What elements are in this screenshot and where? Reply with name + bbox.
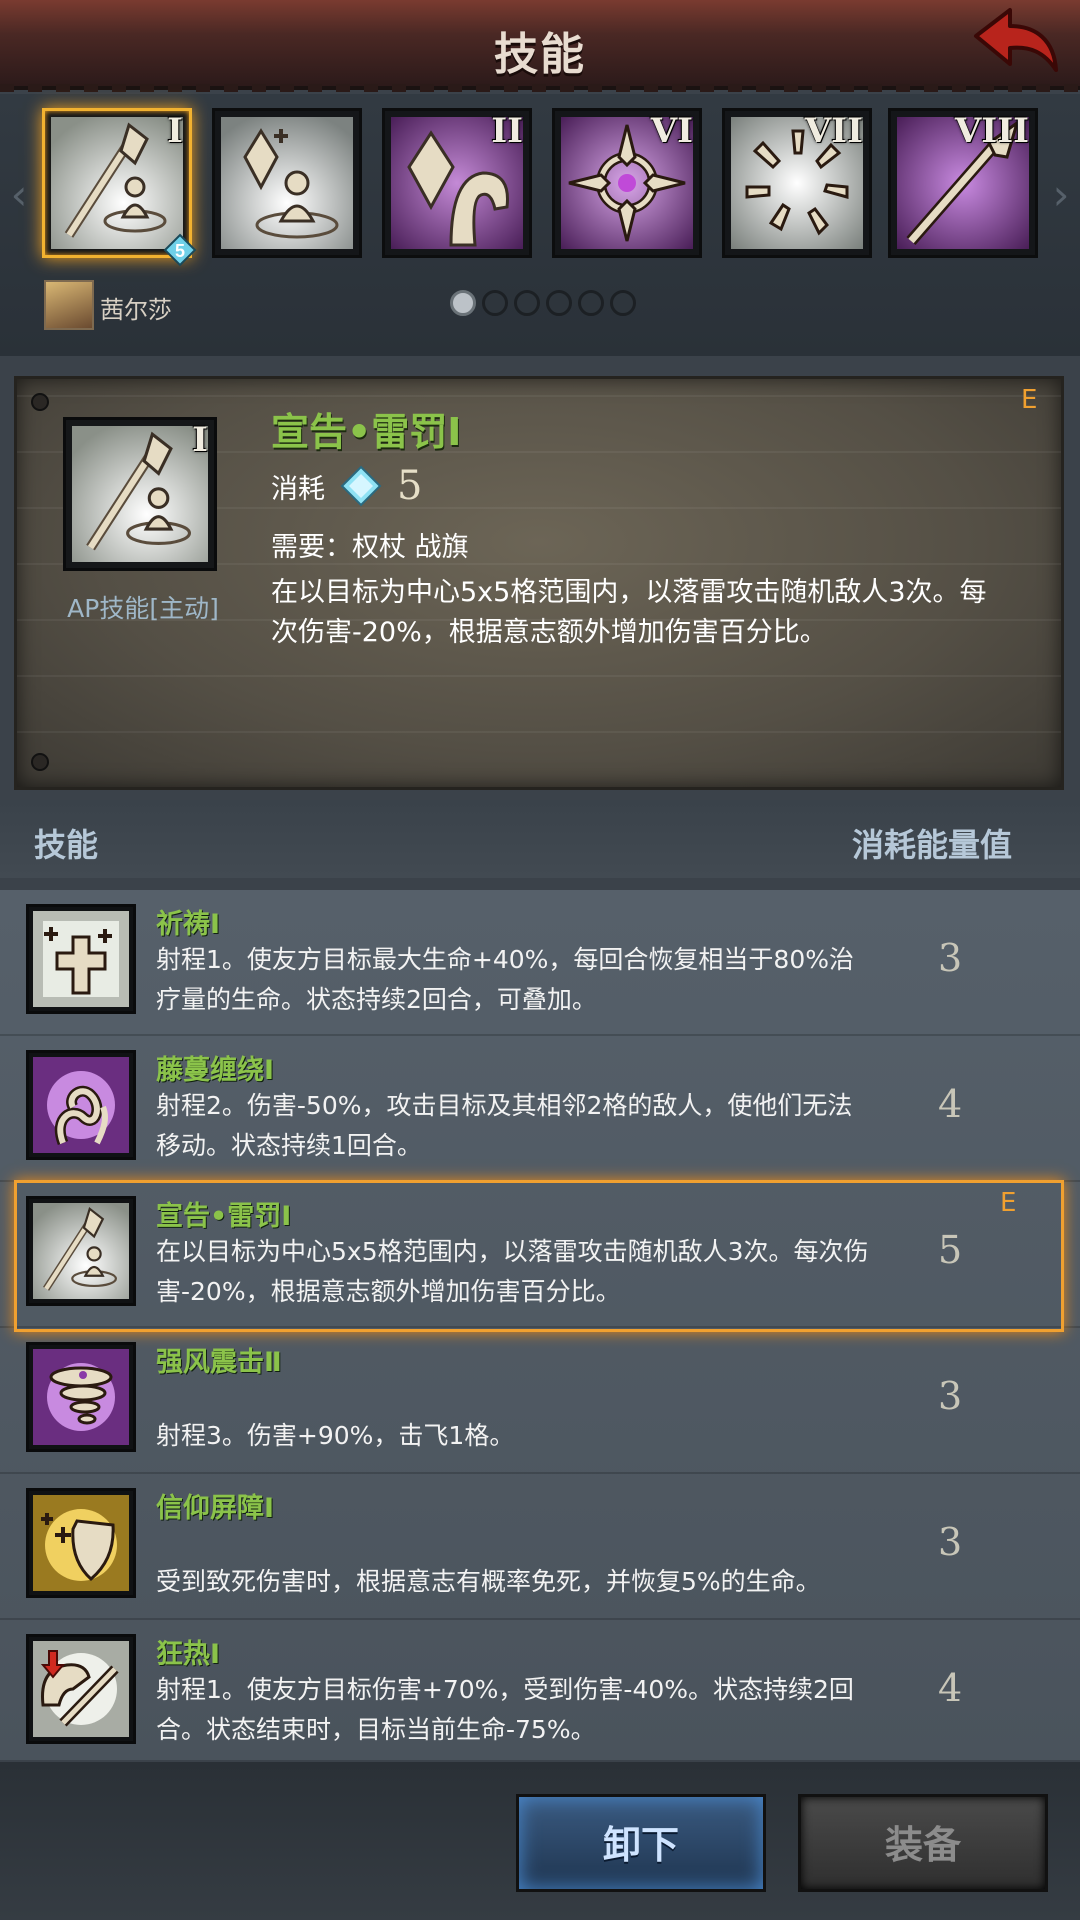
skill-description: 受到致死伤害时，根据意志有概率免死，并恢复5%的生命。 — [156, 1567, 821, 1596]
tornado-icon — [33, 1349, 129, 1445]
requirement-text: 需要：权杖 战旗 — [271, 532, 469, 563]
skill-row-selected[interactable]: 宣告•雷罚Ⅰ E 在以目标为中心5x5格范围内，以落雷攻击随机敌人3次。每次伤害… — [0, 1180, 1080, 1332]
equipped-slot-6[interactable]: VIII — [888, 108, 1038, 258]
rivet-decoration — [31, 393, 49, 411]
equipped-slot-4[interactable]: VI — [552, 108, 702, 258]
detail-skill-icon: I — [63, 417, 217, 571]
cost-column-header: 消耗能量值 — [852, 826, 1013, 864]
header-bar: 技能 — [0, 0, 1080, 92]
equipped-slot-1[interactable]: I 5 — [42, 108, 197, 267]
equipped-skill-carousel: ‹ › I 5 II VI VII VIII 茜尔莎 — [0, 94, 1080, 356]
back-arrow-icon[interactable] — [970, 6, 1062, 82]
skill-rank-numeral: I — [192, 420, 208, 460]
detail-skill-title: 宣告•雷罚Ⅰ — [271, 410, 462, 454]
skill-description: 射程1。使友方目标最大生命+40%，每回合恢复相当于80%治疗量的生命。状态持续… — [156, 945, 854, 1014]
zeal-sword-icon — [33, 1641, 129, 1737]
judgment-staff-icon — [51, 117, 183, 249]
skill-name: 信仰屏障Ⅰ — [156, 1493, 275, 1524]
prayer-cross-icon — [33, 911, 129, 1007]
skill-cost-badge: 5 — [175, 241, 185, 261]
skill-icon-frame — [26, 1342, 136, 1452]
skill-row[interactable]: 藤蔓缠绕Ⅰ 射程2。伤害-50%，攻击目标及其相邻2格的敌人，使他们无法移动。状… — [0, 1036, 1080, 1182]
skill-description: 射程1。使友方目标伤害+70%，受到伤害-40%。状态持续2回合。状态结束时，目… — [156, 1675, 854, 1744]
skill-detail-panel: I AP技能[主动] 宣告•雷罚Ⅰ E 消耗 5 需要：权杖 战旗 在以目标为中… — [14, 376, 1064, 790]
skill-rank-numeral: VIII — [954, 111, 1029, 151]
carousel-next-icon[interactable]: › — [1048, 160, 1074, 230]
skill-rank-numeral: VI — [650, 111, 693, 151]
skill-icon-frame — [26, 904, 136, 1014]
skill-rank-numeral: I — [167, 111, 183, 151]
page-dot[interactable] — [482, 290, 508, 316]
skill-cost: 3 — [938, 936, 963, 980]
page-dot[interactable] — [578, 290, 604, 316]
page-dot[interactable] — [450, 290, 476, 316]
equip-button[interactable]: 装备 — [798, 1794, 1048, 1892]
skill-icon-frame — [26, 1196, 136, 1306]
vine-entangle-icon — [33, 1057, 129, 1153]
judgment-staff-icon — [72, 426, 208, 562]
character-name: 茜尔莎 — [100, 296, 172, 324]
skill-grade: E — [1000, 1188, 1017, 1218]
skill-description: 射程3。伤害+90%，击飞1格。 — [156, 1421, 515, 1450]
carousel-prev-icon[interactable]: ‹ — [6, 160, 32, 230]
skill-cost: 5 — [938, 1228, 963, 1272]
skill-name: 强风震击Ⅱ — [156, 1347, 282, 1378]
faith-shield-icon — [33, 1495, 129, 1591]
judgment-staff-icon — [33, 1203, 129, 1299]
skill-cost: 3 — [938, 1374, 963, 1418]
energy-gem-icon — [340, 465, 382, 507]
page-dot[interactable] — [514, 290, 540, 316]
skill-row[interactable]: 信仰屏障Ⅰ 受到致死伤害时，根据意志有概率免死，并恢复5%的生命。 3 — [0, 1474, 1080, 1620]
equipped-slot-2[interactable] — [212, 108, 362, 258]
skill-description: 射程2。伤害-50%，攻击目标及其相邻2格的敌人，使他们无法移动。状态持续1回合… — [156, 1091, 853, 1160]
skill-cost: 4 — [938, 1082, 963, 1126]
skill-cost: 3 — [938, 1520, 963, 1564]
equipped-slot-3[interactable]: II — [382, 108, 532, 258]
page-dot[interactable] — [610, 290, 636, 316]
detail-description: 在以目标为中心5x5格范围内，以落雷攻击随机敌人3次。每次伤害-20%，根据意志… — [271, 577, 987, 648]
skill-list-header: 技能 消耗能量值 — [0, 800, 1080, 878]
skill-name: 宣告•雷罚Ⅰ — [156, 1201, 292, 1232]
cost-label: 消耗 — [271, 473, 325, 505]
skill-column-header: 技能 — [34, 826, 99, 864]
page-dot[interactable] — [546, 290, 572, 316]
skill-name: 藤蔓缠绕Ⅰ — [156, 1055, 275, 1086]
skill-row[interactable]: 狂热Ⅰ 射程1。使友方目标伤害+70%，受到伤害-40%。状态持续2回合。状态结… — [0, 1620, 1080, 1766]
skill-icon-frame — [26, 1488, 136, 1598]
character-avatar[interactable] — [44, 280, 94, 330]
skill-grade: E — [1021, 385, 1038, 415]
rivet-decoration — [31, 753, 49, 771]
skill-cost: 4 — [938, 1666, 963, 1710]
skill-icon-frame — [26, 1050, 136, 1160]
skill-icon-frame — [26, 1634, 136, 1744]
skill-type-label: AP技能[主动] — [67, 594, 219, 623]
cost-value: 5 — [397, 463, 423, 509]
skill-description: 在以目标为中心5x5格范围内，以落雷攻击随机敌人3次。每次伤害-20%，根据意志… — [156, 1237, 869, 1306]
energy-gem-icon: 5 — [163, 233, 197, 267]
equipped-slot-5[interactable]: VII — [722, 108, 872, 258]
action-bar: 卸下 装备 — [0, 1762, 1080, 1920]
crystal-blessing-icon — [221, 117, 353, 249]
unequip-button[interactable]: 卸下 — [516, 1794, 766, 1892]
skill-rank-numeral: II — [491, 111, 523, 151]
cost-row: 消耗 5 — [271, 461, 422, 511]
skill-name: 祈祷Ⅰ — [156, 909, 221, 940]
skill-rank-numeral: VII — [804, 111, 863, 151]
skill-row[interactable]: 强风震击Ⅱ 射程3。伤害+90%，击飞1格。 3 — [0, 1328, 1080, 1474]
skill-name: 狂热Ⅰ — [156, 1639, 221, 1670]
page-indicator — [450, 290, 636, 316]
skill-row[interactable]: 祈祷Ⅰ 射程1。使友方目标最大生命+40%，每回合恢复相当于80%治疗量的生命。… — [0, 890, 1080, 1036]
skill-list: 祈祷Ⅰ 射程1。使友方目标最大生命+40%，每回合恢复相当于80%治疗量的生命。… — [0, 890, 1080, 1766]
page-title: 技能 — [494, 29, 586, 80]
